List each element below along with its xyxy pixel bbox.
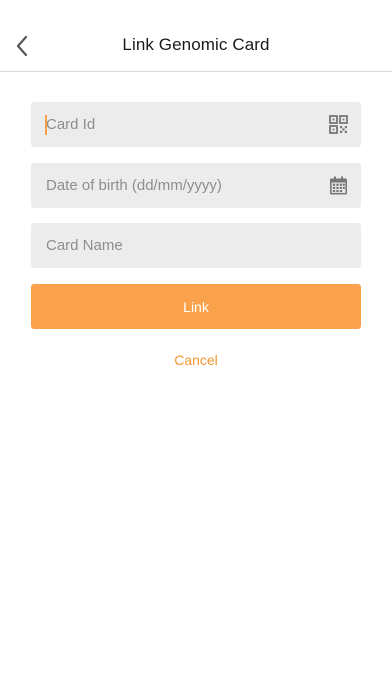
qr-code-icon[interactable] [329,115,348,134]
card-name-input[interactable] [31,223,361,268]
link-button[interactable]: Link [31,284,361,329]
date-of-birth-field[interactable] [31,163,361,208]
link-genomic-card-screen: Link Genomic Card Card Id Date of birth … [0,0,392,696]
card-id-input[interactable] [31,102,361,147]
navigation-bar: Link Genomic Card [0,0,392,72]
text-cursor [45,115,47,135]
calendar-icon[interactable] [329,176,348,195]
card-name-field[interactable] [31,223,361,268]
date-of-birth-input[interactable] [31,163,361,208]
card-id-field[interactable] [31,102,361,147]
page-title: Link Genomic Card [122,35,270,54]
cancel-button[interactable]: Cancel [0,352,392,368]
